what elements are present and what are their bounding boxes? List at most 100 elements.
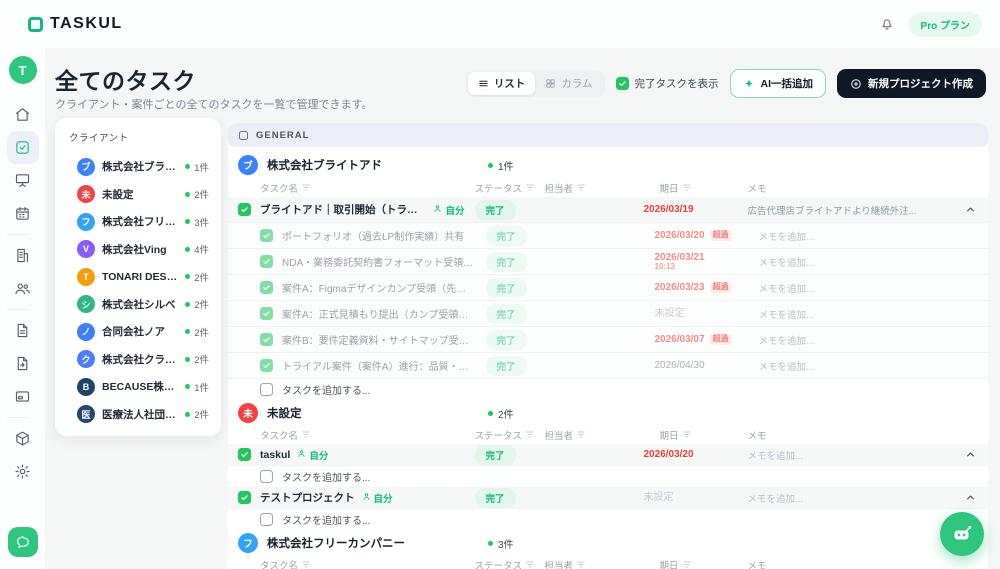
rail-settings-icon[interactable] (7, 455, 39, 488)
rail-card-icon[interactable] (7, 380, 39, 413)
due-date-cell[interactable]: 2026/03/23超過 (641, 282, 759, 293)
user-avatar[interactable]: T (9, 56, 37, 84)
task-row[interactable]: テストプロジェクト自分完了未設定メモを追加... (228, 487, 988, 509)
client-item[interactable]: ブ株式会社ブライト...1件 (55, 153, 221, 181)
client-avatar: T (77, 268, 95, 286)
chat-button[interactable] (8, 527, 38, 557)
rail-board-icon[interactable] (7, 164, 39, 197)
due-date-cell[interactable]: 2026/03/20超過 (641, 230, 759, 241)
client-item[interactable]: シ株式会社シルベ2件 (55, 291, 221, 319)
checked-checkbox[interactable] (238, 203, 251, 216)
rail-team-icon[interactable] (7, 272, 39, 305)
rail-calendar-icon[interactable] (7, 197, 39, 230)
task-row[interactable]: taskul自分完了2026/03/20メモを追加... (228, 444, 988, 466)
client-item[interactable]: V株式会社Ving4件 (55, 236, 221, 264)
section-header[interactable]: ブ株式会社ブライトアド1件 (228, 151, 988, 179)
chat-icon (15, 534, 31, 550)
plan-badge[interactable]: Pro プラン (909, 12, 982, 37)
client-item[interactable]: 未未設定2件 (55, 181, 221, 209)
column-0[interactable]: タスク名 (228, 181, 465, 195)
checked-checkbox[interactable] (260, 255, 273, 268)
task-row[interactable]: NDA・業務委託契約書フォーマット受領（先方...完了2026/03/2110:… (228, 249, 988, 275)
checked-checkbox[interactable] (260, 333, 273, 346)
chevron-up-icon[interactable] (952, 492, 988, 503)
checked-checkbox[interactable] (238, 448, 251, 461)
client-item[interactable]: 医医療法人社団 みら...2件 (55, 401, 221, 429)
column-2[interactable]: 担当者 (545, 558, 630, 569)
memo-cell[interactable]: メモを追加... (748, 448, 953, 462)
rail-document-alt-icon[interactable] (7, 347, 39, 380)
task-row[interactable]: トライアル案件（案件A）進行：品質・スピー...完了2026/04/30メモを追… (228, 353, 988, 379)
client-item[interactable]: TTONARI DESIGN2件 (55, 263, 221, 291)
ai-bulk-add-button[interactable]: AI一括追加 (730, 69, 827, 98)
notification-bell-icon[interactable] (879, 16, 895, 32)
checked-checkbox[interactable] (260, 229, 273, 242)
task-row[interactable]: 案件A：正式見積もり提出（カンプ受領後2営...完了未設定メモを追加... (228, 301, 988, 327)
memo-cell[interactable]: メモを追加... (748, 491, 953, 505)
due-date-cell[interactable]: 未設定 (630, 492, 748, 503)
chevron-up-icon[interactable] (952, 449, 988, 460)
rail-tasks-icon[interactable] (7, 131, 39, 164)
due-date-cell[interactable]: 2026/03/07超過 (641, 334, 759, 345)
add-task-row[interactable]: タスクを追加する... (228, 466, 988, 487)
memo-cell[interactable]: メモを追加... (759, 255, 953, 269)
due-date-cell[interactable]: 2026/04/30 (641, 360, 759, 371)
due-date-cell[interactable]: 2026/03/20 (630, 449, 748, 460)
column-3[interactable]: 期日 (630, 558, 748, 569)
task-row[interactable]: 案件A：Figmaデザインカンプ受領（先方：佐...完了2026/03/23超過… (228, 275, 988, 301)
client-item[interactable]: フ株式会社フリーカ...3件 (55, 208, 221, 236)
due-date: 2026/03/21 (655, 252, 759, 263)
client-item[interactable]: ノ合同会社ノア2件 (55, 318, 221, 346)
checked-checkbox[interactable] (238, 491, 251, 504)
section-header[interactable]: 未未設定2件 (228, 400, 988, 426)
ai-assistant-fab[interactable] (940, 512, 984, 556)
task-row[interactable]: ポートフォリオ（過去LP制作実績）共有完了2026/03/20超過メモを追加..… (228, 223, 988, 249)
column-1[interactable]: ステータス (465, 181, 545, 195)
rail-building-icon[interactable] (7, 239, 39, 272)
column-1[interactable]: ステータス (465, 428, 545, 442)
view-column-button[interactable]: カラム (535, 72, 602, 95)
group-header-general[interactable]: GENERAL (228, 123, 988, 147)
column-3[interactable]: 期日 (630, 428, 748, 442)
column-1[interactable]: ステータス (465, 558, 545, 569)
column-2[interactable]: 担当者 (545, 428, 630, 442)
empty-checkbox[interactable] (260, 383, 273, 396)
count-label: 3件 (498, 536, 514, 551)
chevron-up-icon[interactable] (952, 204, 988, 215)
memo-cell[interactable]: メモを追加... (759, 333, 953, 347)
column-0[interactable]: タスク名 (228, 428, 465, 442)
rail-home-icon[interactable] (7, 98, 39, 131)
add-task-row[interactable]: タスクを追加する... (228, 379, 988, 400)
due-date-cell[interactable]: 2026/03/2110:13 (641, 252, 759, 272)
memo-cell[interactable]: メモを追加... (759, 229, 953, 243)
memo-cell[interactable]: メモを追加... (759, 307, 953, 321)
rail-package-icon[interactable] (7, 422, 39, 455)
task-name-cell: taskul自分 (260, 448, 465, 462)
checked-checkbox[interactable] (260, 307, 273, 320)
new-project-button[interactable]: 新規プロジェクト作成 (837, 69, 986, 98)
add-task-row[interactable]: タスクを追加する... (228, 509, 988, 530)
column-label: メモ (748, 184, 767, 195)
empty-checkbox[interactable] (260, 513, 273, 526)
task-row[interactable]: 案件B：要件定義資料・サイトマップ受領（先...完了2026/03/07超過メモ… (228, 327, 988, 353)
due-date-cell[interactable]: 2026/03/19 (630, 204, 748, 215)
section-header[interactable]: フ株式会社フリーカンパニー3件 (228, 530, 988, 556)
filter-icon (683, 560, 691, 569)
empty-checkbox[interactable] (260, 470, 273, 483)
client-item[interactable]: ク株式会社クラフト...2件 (55, 346, 221, 374)
column-3[interactable]: 期日 (630, 181, 748, 195)
checked-checkbox[interactable] (260, 281, 273, 294)
column-0[interactable]: タスク名 (228, 558, 465, 569)
checked-checkbox[interactable] (260, 359, 273, 372)
due-date-cell[interactable]: 未設定 (641, 308, 759, 319)
view-list-button[interactable]: リスト (468, 72, 536, 95)
memo-cell[interactable]: メモを追加... (759, 359, 953, 373)
filter-icon (526, 183, 534, 194)
rail-document-icon[interactable] (7, 314, 39, 347)
client-item[interactable]: BBECAUSE株式会社1件 (55, 373, 221, 401)
memo-cell[interactable]: 広告代理店ブライトアドより継続外注... (748, 203, 953, 217)
memo-cell[interactable]: メモを追加... (759, 281, 953, 295)
column-2[interactable]: 担当者 (545, 181, 630, 195)
task-row[interactable]: ブライトアド｜取引開始（トライアル：案...自分完了2026/03/19広告代理… (228, 197, 988, 223)
show-completed-checkbox[interactable]: 完了タスクを表示 (616, 76, 719, 91)
